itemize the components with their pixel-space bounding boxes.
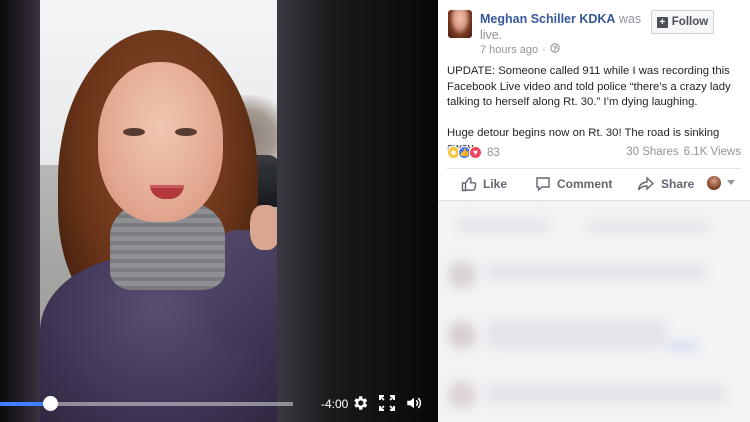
timestamp[interactable]: 7 hours ago (480, 44, 538, 56)
meta-separator: · (542, 43, 546, 56)
share-view-counts: 30 Shares 6.1K Views (626, 146, 741, 158)
blurred-content (448, 261, 476, 289)
post-meta: 7 hours ago · (480, 43, 560, 56)
video-blur-right (277, 0, 438, 422)
reactions-summary[interactable]: ☻ 👍 ♥ 83 (447, 146, 500, 159)
like-button[interactable]: Like (461, 176, 507, 192)
volume-icon[interactable] (404, 393, 424, 413)
globe-icon (550, 43, 560, 56)
avatar[interactable] (448, 10, 472, 38)
comments-section-blurred (438, 201, 750, 422)
views-count: 6.1K Views (683, 146, 741, 158)
time-remaining: -4:00 (321, 397, 349, 411)
video-blur-left (0, 0, 40, 422)
love-icon: ♥ (469, 146, 482, 159)
presenter-eye (175, 128, 197, 136)
author-line: Meghan Schiller KDKA was live. (480, 11, 655, 43)
post-panel: Meghan Schiller KDKA was live. 7 hours a… (438, 0, 750, 422)
progress-scrubber[interactable] (42, 396, 58, 411)
blurred-content (486, 319, 666, 349)
blurred-content (458, 219, 548, 233)
chevron-down-icon (727, 180, 735, 185)
comment-button[interactable]: Comment (535, 176, 612, 192)
blurred-content (588, 221, 708, 233)
profile-mini-avatar (707, 176, 721, 190)
blurred-content (448, 321, 476, 349)
action-bar: Like Comment Share (447, 172, 741, 198)
reaction-selector[interactable] (707, 176, 735, 190)
fullscreen-icon[interactable] (377, 393, 397, 413)
blurred-content (486, 383, 726, 403)
post-header: Meghan Schiller KDKA was live. 7 hours a… (438, 0, 750, 60)
presenter-hand (250, 205, 277, 250)
post-paragraph: UPDATE: Someone called 911 while I was r… (447, 65, 731, 108)
share-button[interactable]: Share (637, 176, 694, 192)
share-label: Share (661, 177, 695, 191)
follow-label: Follow (671, 16, 709, 28)
blurred-content (448, 381, 476, 409)
post-stats: ☻ 👍 ♥ 83 30 Shares 6.1K Views (447, 146, 741, 162)
share-icon (637, 176, 655, 191)
comment-icon (536, 177, 550, 192)
like-label: Like (483, 177, 508, 191)
follow-button[interactable]: + Follow (651, 10, 714, 34)
settings-icon[interactable] (350, 393, 370, 413)
presenter-eye (123, 128, 145, 136)
shares-count[interactable]: 30 Shares (626, 146, 678, 158)
video-player[interactable]: -4:00 (0, 0, 438, 422)
reaction-count: 83 (487, 146, 500, 159)
follow-plus-icon: + (656, 16, 668, 28)
video-controls: -4:00 (0, 388, 438, 422)
blurred-content (486, 263, 706, 281)
video-frame[interactable] (40, 0, 277, 422)
thumbs-up-icon (461, 177, 477, 192)
blurred-content (668, 341, 698, 351)
comment-label: Comment (557, 177, 613, 191)
divider (447, 168, 741, 169)
author-name[interactable]: Meghan Schiller KDKA (480, 12, 615, 26)
